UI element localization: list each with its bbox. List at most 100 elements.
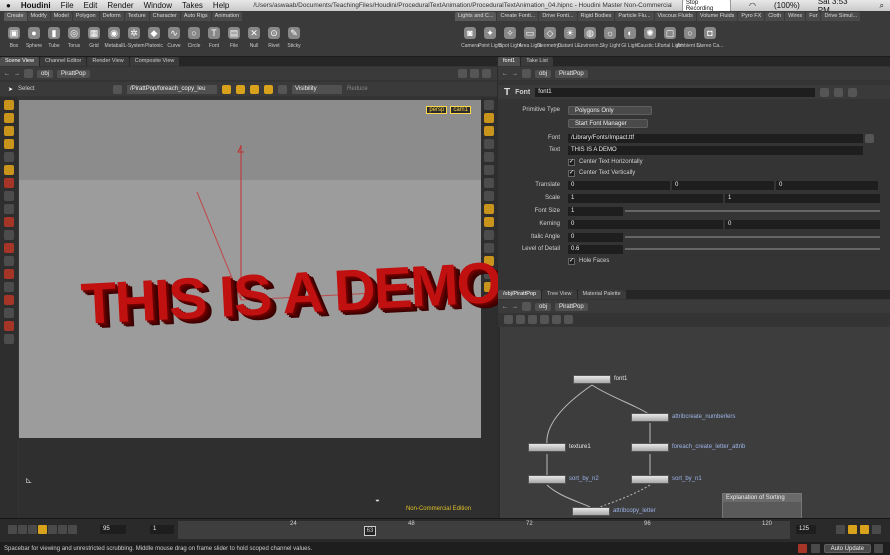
back-arrow-icon[interactable]: ←	[502, 304, 508, 310]
points-mode-icon[interactable]	[4, 269, 14, 279]
tab-composite-view[interactable]: Composite View	[129, 57, 180, 66]
network-type-icon[interactable]	[522, 69, 531, 78]
font-size-slider[interactable]	[625, 210, 880, 212]
camera-menu[interactable]: cam1	[450, 106, 471, 114]
node-sort-by-n1[interactable]	[631, 475, 669, 484]
kerning-y-field[interactable]: 0	[725, 219, 880, 229]
vertices-mode-icon[interactable]	[4, 308, 14, 318]
text-field[interactable]: THIS IS A DEMO	[568, 145, 863, 155]
lighting-icon[interactable]	[484, 152, 494, 162]
shelf-tool-environm[interactable]: ◍ Environm...	[577, 23, 603, 55]
pose-tool-icon[interactable]	[4, 165, 14, 175]
font-path-field[interactable]: /Library/Fonts/Impact.ttf	[568, 133, 863, 143]
snap-multi-icon[interactable]	[264, 84, 274, 94]
paint-tool-icon[interactable]	[4, 178, 14, 188]
snap-grid-icon[interactable]	[236, 84, 246, 94]
shelf-tool-file[interactable]: ▤ File	[224, 23, 244, 55]
shelf-tab-viscous-fluids[interactable]: Viscous Fluids	[654, 12, 696, 21]
menu-window[interactable]: Window	[144, 1, 172, 10]
menu-render[interactable]: Render	[107, 1, 133, 10]
persp-menu[interactable]: persp	[426, 106, 448, 114]
node-name-field[interactable]: font1	[535, 87, 816, 97]
shelf-tool-spot-light[interactable]: ✧ Spot Light	[499, 23, 521, 55]
path-node[interactable]: PirattPop	[57, 69, 90, 78]
shelf-tool-metaball[interactable]: ◉ Metaball	[104, 23, 124, 55]
tab-font1[interactable]: font1	[498, 57, 521, 66]
shelf-tool-portal-light[interactable]: ▢ Portal Light	[657, 23, 683, 55]
shelf-tab-lights-cameras[interactable]: Lights and C...	[455, 12, 497, 21]
shelf-tab-particle-fluids[interactable]: Particle Flu...	[615, 12, 654, 21]
shelf-tool-box[interactable]: ▣ Box	[4, 23, 24, 55]
shelf-tool-stereo-ca[interactable]: ◘ Stereo Ca...	[697, 23, 723, 55]
center-v-checkbox[interactable]: ✓	[568, 169, 575, 177]
snap-point-icon[interactable]	[250, 84, 260, 94]
shelf-tab-pyro-fx[interactable]: Pyro FX	[738, 12, 765, 21]
shelf-tab-model[interactable]: Model	[50, 12, 72, 21]
frame-cursor[interactable]: 63	[364, 526, 376, 536]
start-font-manager-button[interactable]: Start Font Manager	[568, 118, 648, 128]
camera-tool-icon[interactable]	[4, 204, 14, 214]
sticky-note[interactable]: Explanation of Sorting	[722, 493, 802, 520]
breakpoints-mode-icon[interactable]	[4, 321, 14, 331]
rotate-tool-icon[interactable]	[4, 126, 14, 136]
ghost-icon[interactable]	[484, 113, 494, 123]
search-icon[interactable]: ⌕	[880, 1, 884, 11]
shelf-tab-volume-fluids[interactable]: Volume Fluids	[696, 12, 738, 21]
go-to-end-icon[interactable]	[68, 525, 77, 534]
loop-icon[interactable]	[860, 525, 869, 534]
snap-icon[interactable]	[222, 84, 232, 94]
shelf-tool-tube[interactable]: ▮ Tube	[44, 23, 64, 55]
shelf-tool-ambient-l[interactable]: ○ Ambient L...	[677, 23, 703, 55]
network-type-icon[interactable]	[522, 302, 531, 311]
gear-icon[interactable]	[482, 69, 491, 78]
shelf-tool-curve[interactable]: ∿ Curve	[164, 23, 184, 55]
lock-icon[interactable]	[278, 84, 288, 94]
apple-icon[interactable]: ●	[6, 1, 11, 10]
tab-material-palette[interactable]: Material Palette	[577, 290, 626, 299]
forward-arrow-icon[interactable]: →	[14, 71, 20, 77]
play-forward-icon[interactable]	[48, 525, 57, 534]
scale-tool-icon[interactable]	[4, 139, 14, 149]
viewport[interactable]: THIS IS A DEMO persp cam1 ⊾ ◒ Non-Commer…	[19, 100, 501, 518]
select-arrow-icon[interactable]: ➤	[8, 86, 13, 93]
shelf-tab-create-fonts[interactable]: Create Fonti...	[497, 12, 539, 21]
state-icon[interactable]	[113, 84, 123, 94]
center-h-checkbox[interactable]: ✓	[568, 158, 575, 166]
select-groups-icon[interactable]	[4, 334, 14, 344]
node-font1[interactable]	[573, 375, 611, 384]
shelf-tool-gi-light[interactable]: ◐ GI Light	[620, 23, 640, 55]
alert-icon[interactable]	[797, 544, 807, 553]
settings-icon[interactable]	[874, 544, 883, 553]
shelf-tab-modify[interactable]: Modify	[27, 12, 50, 21]
end-frame-field[interactable]: 125	[796, 525, 816, 534]
points-icon[interactable]	[484, 178, 494, 188]
shelf-tool-torus[interactable]: ◎ Torus	[64, 23, 84, 55]
shelf-tool-area-light[interactable]: ▭ Area Light	[519, 23, 541, 55]
play-reverse-icon[interactable]	[28, 525, 37, 534]
tile-view-icon[interactable]	[516, 315, 525, 324]
help-icon[interactable]	[834, 87, 844, 97]
shelf-tool-platonic[interactable]: ◆ Platonic	[144, 23, 164, 55]
path-obj[interactable]: obj	[535, 69, 552, 78]
tab-obj-pirattpop[interactable]: /obj/PirattPop	[498, 290, 542, 299]
back-arrow-icon[interactable]: ←	[502, 71, 508, 77]
tab-scene-view[interactable]: Scene View	[0, 57, 39, 66]
shelf-tab-cloth[interactable]: Cloth	[765, 12, 785, 21]
shelf-tab-drive-fonts[interactable]: Drive Fonti...	[539, 12, 577, 21]
shelf-tool-distant-li[interactable]: ☀ Distant Li...	[558, 23, 583, 55]
primitive-type-select[interactable]: Polygons Only	[568, 105, 652, 115]
realtime-icon[interactable]	[836, 525, 845, 534]
tab-render-view[interactable]: Render View	[87, 57, 129, 66]
path-obj[interactable]: obj	[37, 69, 54, 78]
shelf-tab-deform[interactable]: Deform	[99, 12, 124, 21]
shelf-tool-null[interactable]: ✕ Null	[244, 23, 264, 55]
shelf-tab-create[interactable]: Create	[4, 12, 27, 21]
operation-field[interactable]: /PirattPop/foreach_copy_leu	[127, 84, 218, 94]
forward-arrow-icon[interactable]: →	[512, 71, 518, 77]
scale-y-field[interactable]: 1	[725, 193, 880, 203]
back-arrow-icon[interactable]: ←	[4, 71, 10, 77]
shelf-tab-fur[interactable]: Fur	[806, 12, 821, 21]
shelf-tab-polygon[interactable]: Polygon	[72, 12, 99, 21]
menu-help[interactable]: Help	[213, 1, 229, 10]
objects-mode-icon[interactable]	[4, 256, 14, 266]
